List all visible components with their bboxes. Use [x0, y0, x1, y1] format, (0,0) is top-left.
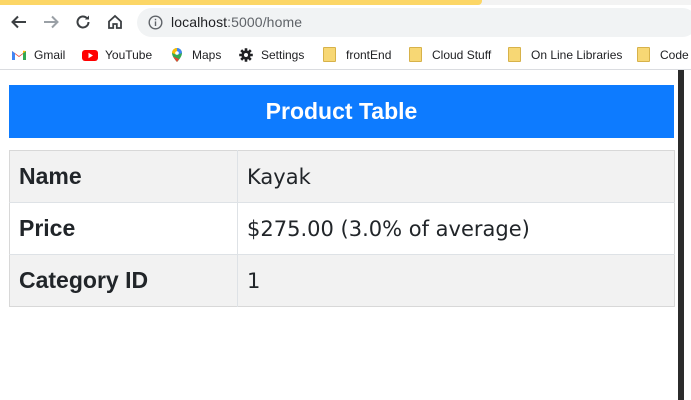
- bookmark-label: Cloud Stuff: [432, 47, 492, 62]
- gmail-icon: [12, 50, 26, 60]
- bookmark-settings[interactable]: Settings: [238, 46, 304, 63]
- window-edge: [678, 70, 691, 400]
- bookmark-online-libraries[interactable]: On Line Libraries: [508, 46, 622, 63]
- row-value-name: Kayak: [237, 150, 675, 203]
- bookmark-gmail[interactable]: Gmail: [11, 46, 65, 63]
- url-text: localhost:5000/home: [171, 14, 302, 30]
- bookmark-label: frontEnd: [346, 47, 392, 62]
- row-value-category-id: 1: [237, 254, 675, 307]
- row-value-price: $275.00 (3.0% of average): [237, 202, 675, 255]
- youtube-icon: [82, 49, 98, 61]
- reload-icon: [76, 15, 90, 29]
- folder-icon: [637, 47, 650, 62]
- folder-icon: [508, 47, 521, 62]
- forward-button[interactable]: [38, 9, 64, 35]
- url-host: localhost: [171, 14, 228, 30]
- folder-icon: [323, 47, 336, 62]
- window-divider: [678, 70, 684, 400]
- bookmark-label: Gmail: [34, 47, 66, 62]
- table-row: Category ID 1: [9, 254, 675, 307]
- home-icon: [108, 14, 122, 29]
- bookmark-cloud-stuff[interactable]: Cloud Stuff: [409, 46, 491, 63]
- bookmarks-bar: Gmail YouTube Maps Settings frontEnd Clo…: [0, 39, 691, 70]
- folder-icon: [409, 47, 422, 62]
- row-key-name: Name: [9, 150, 238, 203]
- bookmark-label: Maps: [192, 47, 222, 62]
- bookmark-code[interactable]: Code V: [637, 46, 691, 63]
- product-table: Name Kayak Price $275.00 (3.0% of averag…: [9, 150, 675, 307]
- url-path: :5000/home: [227, 14, 303, 30]
- page-title: Product Table: [9, 85, 674, 138]
- bookmark-youtube[interactable]: YouTube: [82, 46, 152, 63]
- bookmark-maps[interactable]: Maps: [169, 46, 221, 63]
- browser-toolbar: localhost:5000/home: [0, 5, 691, 39]
- arrow-left-icon: [11, 15, 26, 29]
- bookmark-label: Code V: [660, 47, 691, 62]
- row-key-category-id: Category ID: [9, 254, 238, 307]
- row-key-price: Price: [9, 202, 238, 255]
- arrow-right-icon: [44, 15, 59, 29]
- table-row: Name Kayak: [9, 150, 675, 203]
- maps-icon: [172, 47, 182, 62]
- bookmark-frontend[interactable]: frontEnd: [323, 46, 391, 63]
- table-row: Price $275.00 (3.0% of average): [9, 202, 675, 255]
- home-button[interactable]: [102, 9, 128, 35]
- bookmark-label: On Line Libraries: [531, 47, 623, 62]
- back-button[interactable]: [6, 9, 32, 35]
- reload-button[interactable]: [70, 9, 96, 35]
- info-icon[interactable]: [148, 15, 163, 30]
- bookmark-label: Settings: [261, 47, 305, 62]
- gear-icon: [239, 47, 253, 62]
- address-bar[interactable]: localhost:5000/home: [137, 8, 691, 37]
- bookmark-label: YouTube: [105, 47, 153, 62]
